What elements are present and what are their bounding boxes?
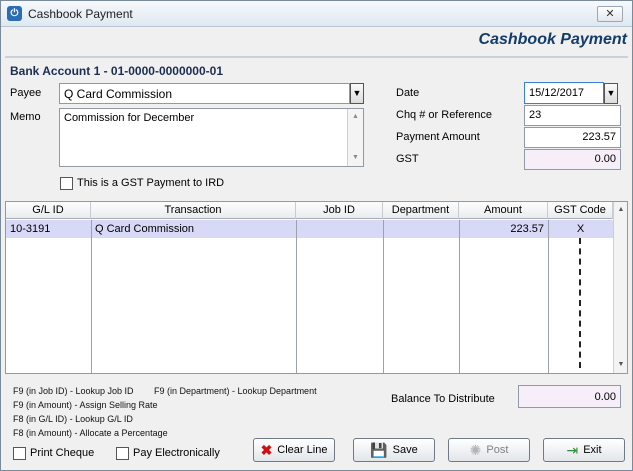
pay-electronically-label: Pay Electronically <box>133 447 220 459</box>
column-divider <box>296 220 297 373</box>
payee-field[interactable]: Q Card Commission <box>59 83 350 104</box>
post-label: Post <box>486 444 509 456</box>
exit-door-icon: ⇥ <box>566 442 579 458</box>
column-divider <box>548 220 549 373</box>
table-row[interactable]: 10-3191 Q Card Commission 223.57 X <box>6 220 613 238</box>
column-header-department[interactable]: Department <box>383 202 459 219</box>
cell-gl-id[interactable]: 10-3191 <box>6 220 91 238</box>
column-header-gst-code[interactable]: GST Code <box>548 202 613 219</box>
memo-field[interactable]: Commission for December <box>59 108 364 167</box>
reference-label: Chq # or Reference <box>396 109 492 121</box>
close-button[interactable]: ✕ <box>597 6 623 22</box>
hint-assign-selling-rate: F9 (in Amount) - Assign Selling Rate <box>13 400 158 410</box>
exit-button[interactable]: ⇥ Exit <box>543 438 625 462</box>
hint-allocate-percentage: F8 (in Amount) - Allocate a Percentage <box>13 428 168 438</box>
gst-ird-checkbox[interactable] <box>60 177 73 190</box>
print-cheque-label: Print Cheque <box>30 447 95 459</box>
save-label: Save <box>392 444 418 456</box>
date-label: Date <box>396 87 420 99</box>
scroll-down-icon[interactable]: ▼ <box>348 152 363 164</box>
exit-label: Exit <box>583 444 602 456</box>
scroll-down-icon[interactable]: ▼ <box>614 358 627 372</box>
column-divider <box>91 220 92 373</box>
form-header: Cashbook Payment <box>478 31 627 48</box>
cell-amount[interactable]: 223.57 <box>459 220 548 238</box>
memo-label: Memo <box>10 111 41 123</box>
grid-header: G/L ID Transaction Job ID Department Amo… <box>6 202 627 219</box>
gst-ird-label: This is a GST Payment to IRD <box>77 177 225 189</box>
power-icon: ⏻ <box>7 6 22 21</box>
column-divider <box>459 220 460 373</box>
window-title: Cashbook Payment <box>28 7 133 21</box>
column-header-job-id[interactable]: Job ID <box>296 202 383 219</box>
cashbook-payment-window: ⏻ Cashbook Payment ✕ Cashbook Payment Ba… <box>0 0 633 471</box>
hint-lookup-department: F9 (in Department) - Lookup Department <box>154 386 317 396</box>
payee-dropdown-button[interactable]: ▼ <box>350 83 364 104</box>
payee-label: Payee <box>10 87 42 99</box>
payment-amount-label: Payment Amount <box>396 131 480 143</box>
transactions-grid: G/L ID Transaction Job ID Department Amo… <box>5 201 628 374</box>
column-divider <box>383 220 384 373</box>
payment-amount-field[interactable]: 223.57 <box>524 127 621 148</box>
hint-lookup-gl: F8 (in G/L ID) - Lookup G/L ID <box>13 414 133 424</box>
red-x-icon: ✖ <box>260 442 273 458</box>
clear-line-label: Clear Line <box>277 444 328 456</box>
chevron-down-icon: ▼ <box>606 88 616 98</box>
memo-text: Commission for December <box>64 112 195 124</box>
scroll-up-icon[interactable]: ▲ <box>348 111 363 123</box>
scroll-up-icon[interactable]: ▲ <box>614 203 627 217</box>
reference-field[interactable]: 23 <box>524 105 621 126</box>
title-bar: ⏻ Cashbook Payment ✕ <box>1 1 632 27</box>
column-header-gl-id[interactable]: G/L ID <box>6 202 91 219</box>
grid-scrollbar[interactable]: ▲ ▼ <box>613 202 627 373</box>
date-dropdown-button[interactable]: ▼ <box>604 83 618 104</box>
cell-transaction[interactable]: Q Card Commission <box>91 220 296 238</box>
save-button[interactable]: 💾 Save <box>353 438 435 462</box>
header-divider <box>5 56 628 58</box>
column-header-transaction[interactable]: Transaction <box>91 202 296 219</box>
balance-label: Balance To Distribute <box>391 393 495 405</box>
post-spinner-icon: ✺ <box>469 442 482 458</box>
post-button[interactable]: ✺ Post <box>448 438 530 462</box>
hint-lookup-job: F9 (in Job ID) - Lookup Job ID <box>13 386 134 396</box>
gst-code-dashed-line <box>579 238 581 368</box>
chevron-down-icon: ▼ <box>352 88 362 98</box>
date-field[interactable]: 15/12/2017 <box>524 82 604 104</box>
floppy-disk-icon: 💾 <box>370 442 388 458</box>
cell-department[interactable] <box>383 220 459 238</box>
gst-field: 0.00 <box>524 149 621 170</box>
cell-gst-code[interactable]: X <box>548 220 613 238</box>
clear-line-button[interactable]: ✖ Clear Line <box>253 438 335 462</box>
balance-field: 0.00 <box>518 385 621 408</box>
cell-job-id[interactable] <box>296 220 383 238</box>
column-header-amount[interactable]: Amount <box>459 202 548 219</box>
print-cheque-checkbox[interactable] <box>13 447 26 460</box>
gst-label: GST <box>396 153 419 165</box>
memo-scrollbar[interactable]: ▲ ▼ <box>347 109 363 166</box>
bank-account-label: Bank Account 1 - 01-0000-0000000-01 <box>10 64 223 78</box>
pay-electronically-checkbox[interactable] <box>116 447 129 460</box>
